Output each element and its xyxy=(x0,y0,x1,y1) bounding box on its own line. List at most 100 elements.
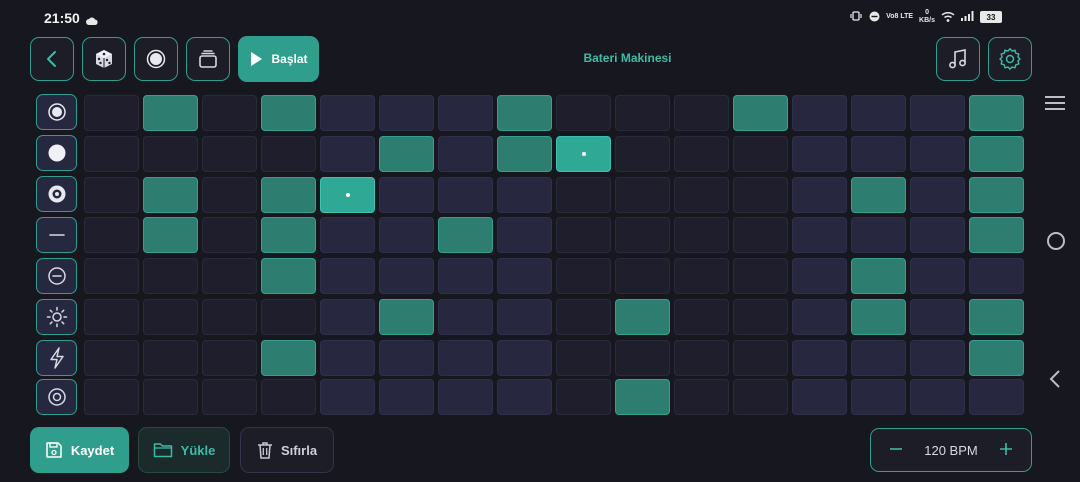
step-cell[interactable] xyxy=(143,379,198,415)
track-1-button[interactable] xyxy=(36,94,77,130)
step-cell[interactable] xyxy=(379,217,434,253)
track-7-button[interactable] xyxy=(36,340,77,376)
step-cell[interactable] xyxy=(969,258,1024,294)
step-cell[interactable] xyxy=(615,379,670,415)
step-cell[interactable] xyxy=(851,340,906,376)
step-cell[interactable] xyxy=(910,177,965,213)
step-cell[interactable] xyxy=(674,95,729,131)
random-pattern-button[interactable] xyxy=(82,37,126,81)
step-cell[interactable] xyxy=(910,379,965,415)
track-4-button[interactable] xyxy=(36,217,77,253)
step-cell[interactable] xyxy=(733,258,788,294)
step-cell[interactable] xyxy=(497,258,552,294)
step-cell[interactable] xyxy=(674,177,729,213)
step-cell[interactable] xyxy=(261,379,316,415)
step-cell[interactable] xyxy=(320,379,375,415)
step-cell[interactable] xyxy=(379,340,434,376)
back-button[interactable] xyxy=(30,37,74,81)
step-cell[interactable] xyxy=(497,95,552,131)
step-cell[interactable] xyxy=(84,299,139,335)
step-cell[interactable] xyxy=(615,258,670,294)
step-cell[interactable] xyxy=(733,136,788,172)
track-8-button[interactable] xyxy=(36,379,77,415)
step-cell[interactable] xyxy=(969,340,1024,376)
step-cell[interactable] xyxy=(733,379,788,415)
step-cell[interactable] xyxy=(792,217,847,253)
sounds-button[interactable] xyxy=(936,37,980,81)
step-cell[interactable] xyxy=(261,258,316,294)
step-cell[interactable] xyxy=(733,340,788,376)
step-cell[interactable] xyxy=(556,136,611,172)
step-cell[interactable] xyxy=(202,95,257,131)
step-cell[interactable] xyxy=(969,177,1024,213)
step-cell[interactable] xyxy=(556,95,611,131)
step-cell[interactable] xyxy=(379,95,434,131)
step-cell[interactable] xyxy=(379,177,434,213)
reset-button[interactable]: Sıfırla xyxy=(240,427,334,473)
step-cell[interactable] xyxy=(379,258,434,294)
step-cell[interactable] xyxy=(851,136,906,172)
start-button[interactable]: Başlat xyxy=(238,36,319,82)
step-cell[interactable] xyxy=(792,340,847,376)
step-cell[interactable] xyxy=(438,217,493,253)
step-cell[interactable] xyxy=(733,217,788,253)
step-cell[interactable] xyxy=(84,379,139,415)
step-cell[interactable] xyxy=(792,95,847,131)
step-cell[interactable] xyxy=(84,136,139,172)
step-cell[interactable] xyxy=(792,177,847,213)
step-cell[interactable] xyxy=(261,340,316,376)
step-cell[interactable] xyxy=(969,379,1024,415)
step-cell[interactable] xyxy=(556,299,611,335)
library-button[interactable] xyxy=(186,37,230,81)
step-cell[interactable] xyxy=(674,258,729,294)
bpm-decrease-button[interactable] xyxy=(889,440,903,460)
step-cell[interactable] xyxy=(202,299,257,335)
step-cell[interactable] xyxy=(143,95,198,131)
step-cell[interactable] xyxy=(969,217,1024,253)
step-cell[interactable] xyxy=(202,177,257,213)
step-cell[interactable] xyxy=(497,299,552,335)
step-cell[interactable] xyxy=(84,340,139,376)
step-cell[interactable] xyxy=(497,136,552,172)
step-cell[interactable] xyxy=(143,136,198,172)
step-cell[interactable] xyxy=(851,217,906,253)
step-cell[interactable] xyxy=(792,299,847,335)
step-cell[interactable] xyxy=(615,299,670,335)
step-cell[interactable] xyxy=(320,299,375,335)
load-button[interactable]: Yükle xyxy=(138,427,230,473)
step-cell[interactable] xyxy=(261,217,316,253)
step-cell[interactable] xyxy=(438,136,493,172)
step-cell[interactable] xyxy=(320,177,375,213)
step-cell[interactable] xyxy=(733,299,788,335)
step-cell[interactable] xyxy=(733,95,788,131)
step-cell[interactable] xyxy=(497,340,552,376)
step-cell[interactable] xyxy=(674,299,729,335)
step-cell[interactable] xyxy=(556,258,611,294)
step-cell[interactable] xyxy=(615,217,670,253)
step-cell[interactable] xyxy=(674,340,729,376)
step-cell[interactable] xyxy=(379,299,434,335)
step-cell[interactable] xyxy=(379,379,434,415)
step-cell[interactable] xyxy=(910,299,965,335)
step-cell[interactable] xyxy=(910,340,965,376)
step-cell[interactable] xyxy=(615,136,670,172)
step-cell[interactable] xyxy=(851,177,906,213)
step-cell[interactable] xyxy=(497,177,552,213)
step-cell[interactable] xyxy=(438,379,493,415)
step-cell[interactable] xyxy=(851,258,906,294)
step-cell[interactable] xyxy=(438,299,493,335)
step-cell[interactable] xyxy=(261,136,316,172)
step-cell[interactable] xyxy=(84,177,139,213)
step-cell[interactable] xyxy=(438,177,493,213)
step-cell[interactable] xyxy=(84,95,139,131)
step-cell[interactable] xyxy=(261,95,316,131)
step-cell[interactable] xyxy=(969,95,1024,131)
step-cell[interactable] xyxy=(497,379,552,415)
step-cell[interactable] xyxy=(438,95,493,131)
save-button[interactable]: Kaydet xyxy=(30,427,129,473)
step-cell[interactable] xyxy=(143,258,198,294)
step-cell[interactable] xyxy=(202,340,257,376)
step-cell[interactable] xyxy=(910,136,965,172)
track-6-button[interactable] xyxy=(36,299,77,335)
step-cell[interactable] xyxy=(851,95,906,131)
